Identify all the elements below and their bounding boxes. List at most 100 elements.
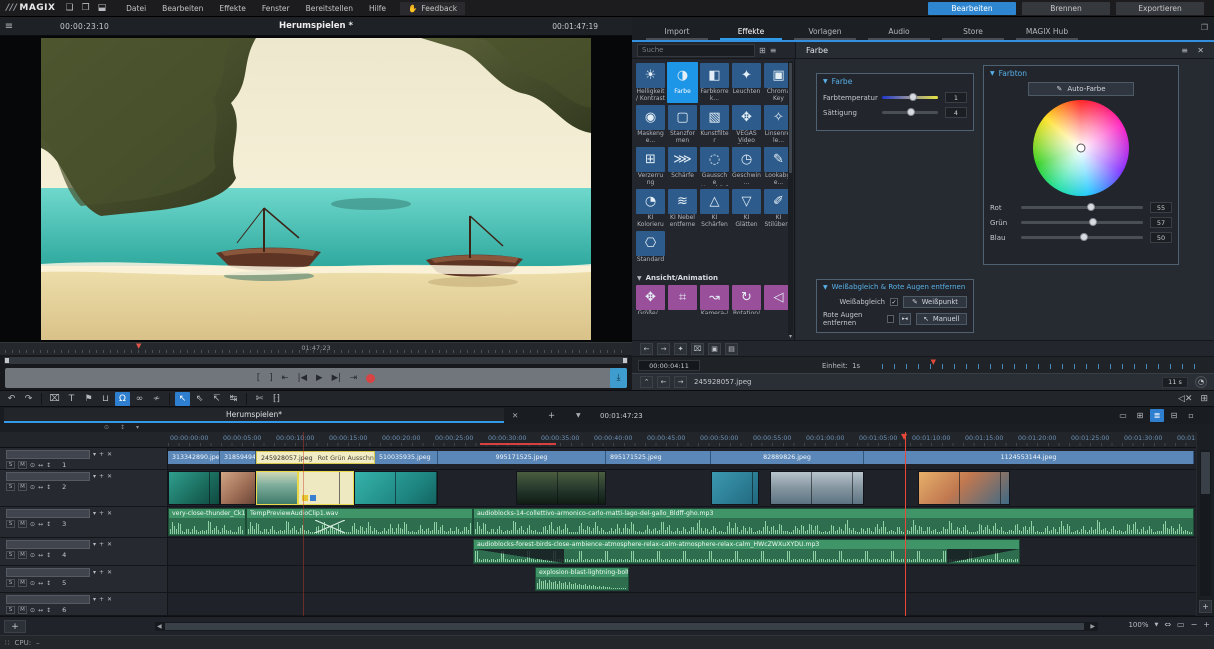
track-close-button[interactable]: ✕ xyxy=(107,569,112,576)
range-button[interactable]: ⊔ xyxy=(98,392,113,406)
project-tab[interactable]: Herumspielen* xyxy=(4,408,504,423)
effect-tile-leuchten[interactable]: ✦Leuchten xyxy=(731,62,762,103)
save-project-icon[interactable]: ⬓ xyxy=(98,3,107,13)
zoom-out-button[interactable]: − xyxy=(1191,620,1198,629)
clip-name-895171525-jpeg[interactable]: 895171525.jpeg xyxy=(606,451,711,464)
auto-farbe-button[interactable]: ✎Auto-Farbe xyxy=(1028,82,1134,96)
track-collapse-button[interactable]: ▾ xyxy=(93,596,96,603)
animation-toggle-icon[interactable]: ◔ xyxy=(1195,376,1207,388)
track-mute-button[interactable]: M xyxy=(18,551,27,559)
preview-scrollbar[interactable] xyxy=(0,355,632,366)
clip-thumbnail-turtle[interactable] xyxy=(354,471,438,505)
paste-button[interactable]: ▤ xyxy=(725,343,738,355)
jump-start-button[interactable]: ⇤ xyxy=(282,374,289,382)
copy-button[interactable]: ▣ xyxy=(708,343,721,355)
mouse-mode-single-button[interactable]: ↸ xyxy=(209,392,224,406)
object-edit-button[interactable]: ⁅⁆ xyxy=(269,392,284,406)
resize-icon[interactable]: ↕ xyxy=(120,424,125,431)
track-resize-v-icon[interactable]: ↕ xyxy=(46,521,51,528)
brennen-mode-button[interactable]: Brennen xyxy=(1022,2,1110,15)
vscroll-thumb[interactable] xyxy=(1201,452,1210,494)
track-mute-button[interactable]: M xyxy=(18,579,27,587)
clip-name-82889826-jpeg[interactable]: 82889826.jpeg xyxy=(711,451,864,464)
track-resize-v-icon[interactable]: ↕ xyxy=(46,462,51,469)
track-body-1[interactable]: 313342890.jpeg318594944.jpeg245928057.jp… xyxy=(168,448,1196,469)
clip-thumbnail-pale[interactable] xyxy=(298,471,354,505)
timeline-ruler[interactable]: 00:00:00:0000:00:05:0000:00:10:0000:00:1… xyxy=(0,432,1196,448)
effects-menu-button[interactable]: ✦ xyxy=(674,343,687,355)
mixer-button[interactable]: ⊞ xyxy=(1200,394,1208,404)
track-add-button[interactable]: + xyxy=(99,451,104,458)
track-resize-v-icon[interactable]: ↕ xyxy=(46,580,51,587)
add-track-right-button[interactable]: + xyxy=(1199,600,1212,613)
wei-abgleich-checkbox[interactable]: ✓ xyxy=(890,298,898,306)
track-lock-icon[interactable]: ⊙ xyxy=(30,580,35,587)
track-add-button[interactable]: + xyxy=(99,569,104,576)
timeline-vertical-scrollbar[interactable]: + xyxy=(1196,432,1214,616)
record-button[interactable] xyxy=(366,374,375,383)
weissabgleich-group-header[interactable]: ▼Weißabgleich & Rote Augen entfernen xyxy=(817,280,973,293)
menu-bereitstellen[interactable]: Bereitstellen xyxy=(298,2,361,15)
bearbeiten-mode-button[interactable]: Bearbeiten xyxy=(928,2,1016,15)
tab-store[interactable]: Store xyxy=(942,24,1004,40)
new-project-tab-icon[interactable]: + xyxy=(548,411,555,421)
slider-thumb[interactable] xyxy=(907,108,915,116)
restore-window-icon[interactable]: ❐ xyxy=(1201,23,1208,32)
track-solo-button[interactable]: S xyxy=(6,606,15,614)
track-solo-button[interactable]: S xyxy=(6,551,15,559)
view-multicam-button[interactable]: ⊟ xyxy=(1167,409,1181,422)
effect-tile-gaussche-unsch-rfe[interactable]: ◌Gaussche Unschärfe xyxy=(699,146,730,187)
track-lock-icon[interactable]: ⊙ xyxy=(30,552,35,559)
keyframe-ruler[interactable]: ▼ xyxy=(882,364,1206,369)
tab-vorlagen[interactable]: Vorlagen xyxy=(794,24,856,40)
farbe-group-header[interactable]: ▼Farbe xyxy=(817,74,973,88)
track-select-box[interactable] xyxy=(6,568,90,577)
scrub-playhead-icon[interactable]: ▼ xyxy=(136,343,141,350)
wei-punkt-button[interactable]: ✎Weißpunkt xyxy=(903,296,967,308)
tab-audio[interactable]: Audio xyxy=(868,24,930,40)
collapse-icon[interactable]: ▾ xyxy=(136,424,139,431)
track-select-box[interactable] xyxy=(6,540,90,549)
rote-augen-entfernen-checkbox[interactable] xyxy=(887,315,894,323)
clip-name-245928057-jpeg[interactable]: 245928057.jpegRot Grün Ausschnitt We... xyxy=(256,451,375,464)
s-ttigung-slider[interactable] xyxy=(882,111,938,114)
track-close-button[interactable]: ✕ xyxy=(107,596,112,603)
gr-n-slider[interactable] xyxy=(1021,221,1143,224)
tab-import[interactable]: Import xyxy=(646,24,708,40)
track-close-button[interactable]: ✕ xyxy=(107,451,112,458)
track-close-button[interactable]: ✕ xyxy=(107,541,112,548)
mouse-mode-stretch-button[interactable]: ↹ xyxy=(226,392,241,406)
preview-scrub-bar[interactable]: 01:47:23 ▼ xyxy=(0,342,632,355)
mouse-mode-all-tracks-button[interactable]: ⇖ xyxy=(192,392,207,406)
menu-bearbeiten[interactable]: Bearbeiten xyxy=(154,2,211,15)
track-select-box[interactable] xyxy=(6,509,90,518)
audio-clip-audioblocks-forest-birds-close-ambience-[interactable]: audioblocks-forest-birds-close-ambience-… xyxy=(473,539,1020,564)
track-lock-icon[interactable]: ⊙ xyxy=(30,607,35,614)
slider-thumb[interactable] xyxy=(1087,203,1095,211)
effect-tile-stanzformen[interactable]: ▢Stanzformen xyxy=(667,104,698,145)
clip-thumbnail-reef[interactable] xyxy=(168,471,220,505)
audio-clip-audioblocks-14-collettivo-armonico-carlo[interactable]: audioblocks-14-collettivo-armonico-carlo… xyxy=(473,508,1194,536)
track-lock-icon[interactable]: ⊙ xyxy=(30,462,35,469)
track-select-box[interactable] xyxy=(6,472,90,481)
manuell-button[interactable]: ↖Manuell xyxy=(916,313,967,325)
blau-slider[interactable] xyxy=(1021,236,1143,239)
track-resize-h-icon[interactable]: ↔ xyxy=(38,462,43,469)
effect-tile-rotation[interactable]: ↻Rotation/... xyxy=(731,284,762,315)
effect-tile-gr-e[interactable]: ✥Größe/... xyxy=(635,284,666,315)
project-tab-dropdown-icon[interactable]: ▼ xyxy=(576,412,581,419)
track-mute-button[interactable]: M xyxy=(18,461,27,469)
track-lock-icon[interactable]: ⊙ xyxy=(30,484,35,491)
timeline-playhead-icon[interactable]: ▼ xyxy=(901,433,907,441)
menu-feedback[interactable]: ✋Feedback xyxy=(400,2,465,15)
track-resize-v-icon[interactable]: ↕ xyxy=(46,607,51,614)
effect-tile-ki-sch-rfen[interactable]: △KI Schärfen xyxy=(699,188,730,229)
effect-tile-standard[interactable]: ⎔Standard xyxy=(635,230,666,271)
slider-thumb[interactable] xyxy=(1080,233,1088,241)
clip-thumbnail-cloud[interactable] xyxy=(770,471,864,505)
menu-effekte[interactable]: Effekte xyxy=(211,2,253,15)
grid-view-icon[interactable]: ⊞ xyxy=(759,46,766,55)
close-project-tab-icon[interactable]: ✕ xyxy=(512,411,518,420)
track-close-button[interactable]: ✕ xyxy=(107,510,112,517)
farbtemperatur-slider[interactable] xyxy=(882,96,938,99)
